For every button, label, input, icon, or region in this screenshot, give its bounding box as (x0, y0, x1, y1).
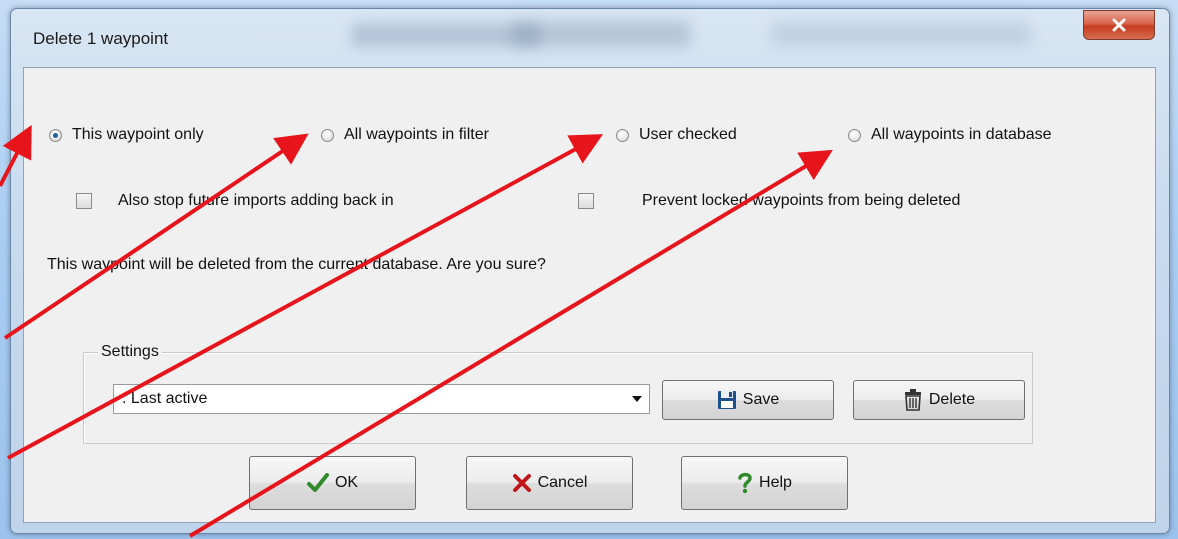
ok-button-label: OK (334, 474, 359, 491)
help-button-label: Help (759, 474, 792, 491)
radio-button[interactable] (321, 128, 334, 142)
checkbox-stop-future-imports[interactable]: Also stop future imports adding back in (76, 192, 394, 210)
cancel-button[interactable]: Cancel (466, 456, 633, 510)
checkbox[interactable] (578, 193, 594, 209)
radio-all-waypoints-in-database[interactable]: All waypoints in database (848, 126, 1052, 144)
title-bar[interactable]: Delete 1 waypoint (11, 9, 1169, 67)
radio-button[interactable] (616, 128, 629, 142)
cancel-button-label: Cancel (537, 474, 588, 491)
x-mark-icon (512, 473, 532, 493)
question-mark-icon (737, 472, 753, 494)
dialog-window: Delete 1 waypoint This waypoint only All… (10, 8, 1170, 534)
blurred-background-title (771, 23, 1031, 45)
radio-label: This waypoint only (72, 126, 204, 143)
radio-label: All waypoints in database (871, 126, 1052, 143)
save-button-label: Save (742, 391, 780, 408)
save-button[interactable]: Save (662, 380, 834, 420)
help-button[interactable]: Help (681, 456, 848, 510)
radio-label: User checked (639, 126, 737, 143)
settings-dropdown[interactable]: . Last active (113, 384, 650, 414)
radio-all-waypoints-in-filter[interactable]: All waypoints in filter (321, 126, 489, 144)
ok-button[interactable]: OK (249, 456, 416, 510)
checkbox-label: Also stop future imports adding back in (118, 192, 394, 209)
radio-this-waypoint-only[interactable]: This waypoint only (49, 126, 204, 144)
confirmation-message: This waypoint will be deleted from the c… (47, 256, 546, 273)
delete-button[interactable]: Delete (853, 380, 1025, 420)
radio-button-selected[interactable] (49, 128, 62, 142)
blurred-background-title (511, 21, 691, 47)
checkbox[interactable] (76, 193, 92, 209)
trash-can-icon (903, 389, 923, 411)
chevron-down-icon[interactable] (625, 385, 649, 413)
dialog-content: This waypoint only All waypoints in filt… (23, 67, 1156, 523)
dialog-title: Delete 1 waypoint (33, 29, 169, 48)
radio-label: All waypoints in filter (344, 126, 489, 143)
settings-legend: Settings (98, 343, 162, 361)
radio-user-checked[interactable]: User checked (616, 126, 737, 144)
floppy-disk-icon (717, 390, 737, 410)
radio-button[interactable] (848, 128, 861, 142)
settings-dropdown-value: . Last active (122, 390, 208, 407)
checkbox-prevent-locked-deletion[interactable]: Prevent locked waypoints from being dele… (578, 192, 960, 210)
checkbox-label: Prevent locked waypoints from being dele… (642, 192, 961, 209)
delete-button-label: Delete (928, 391, 976, 408)
checkmark-icon (306, 473, 329, 493)
close-button[interactable] (1083, 10, 1155, 40)
close-icon (1112, 18, 1126, 32)
